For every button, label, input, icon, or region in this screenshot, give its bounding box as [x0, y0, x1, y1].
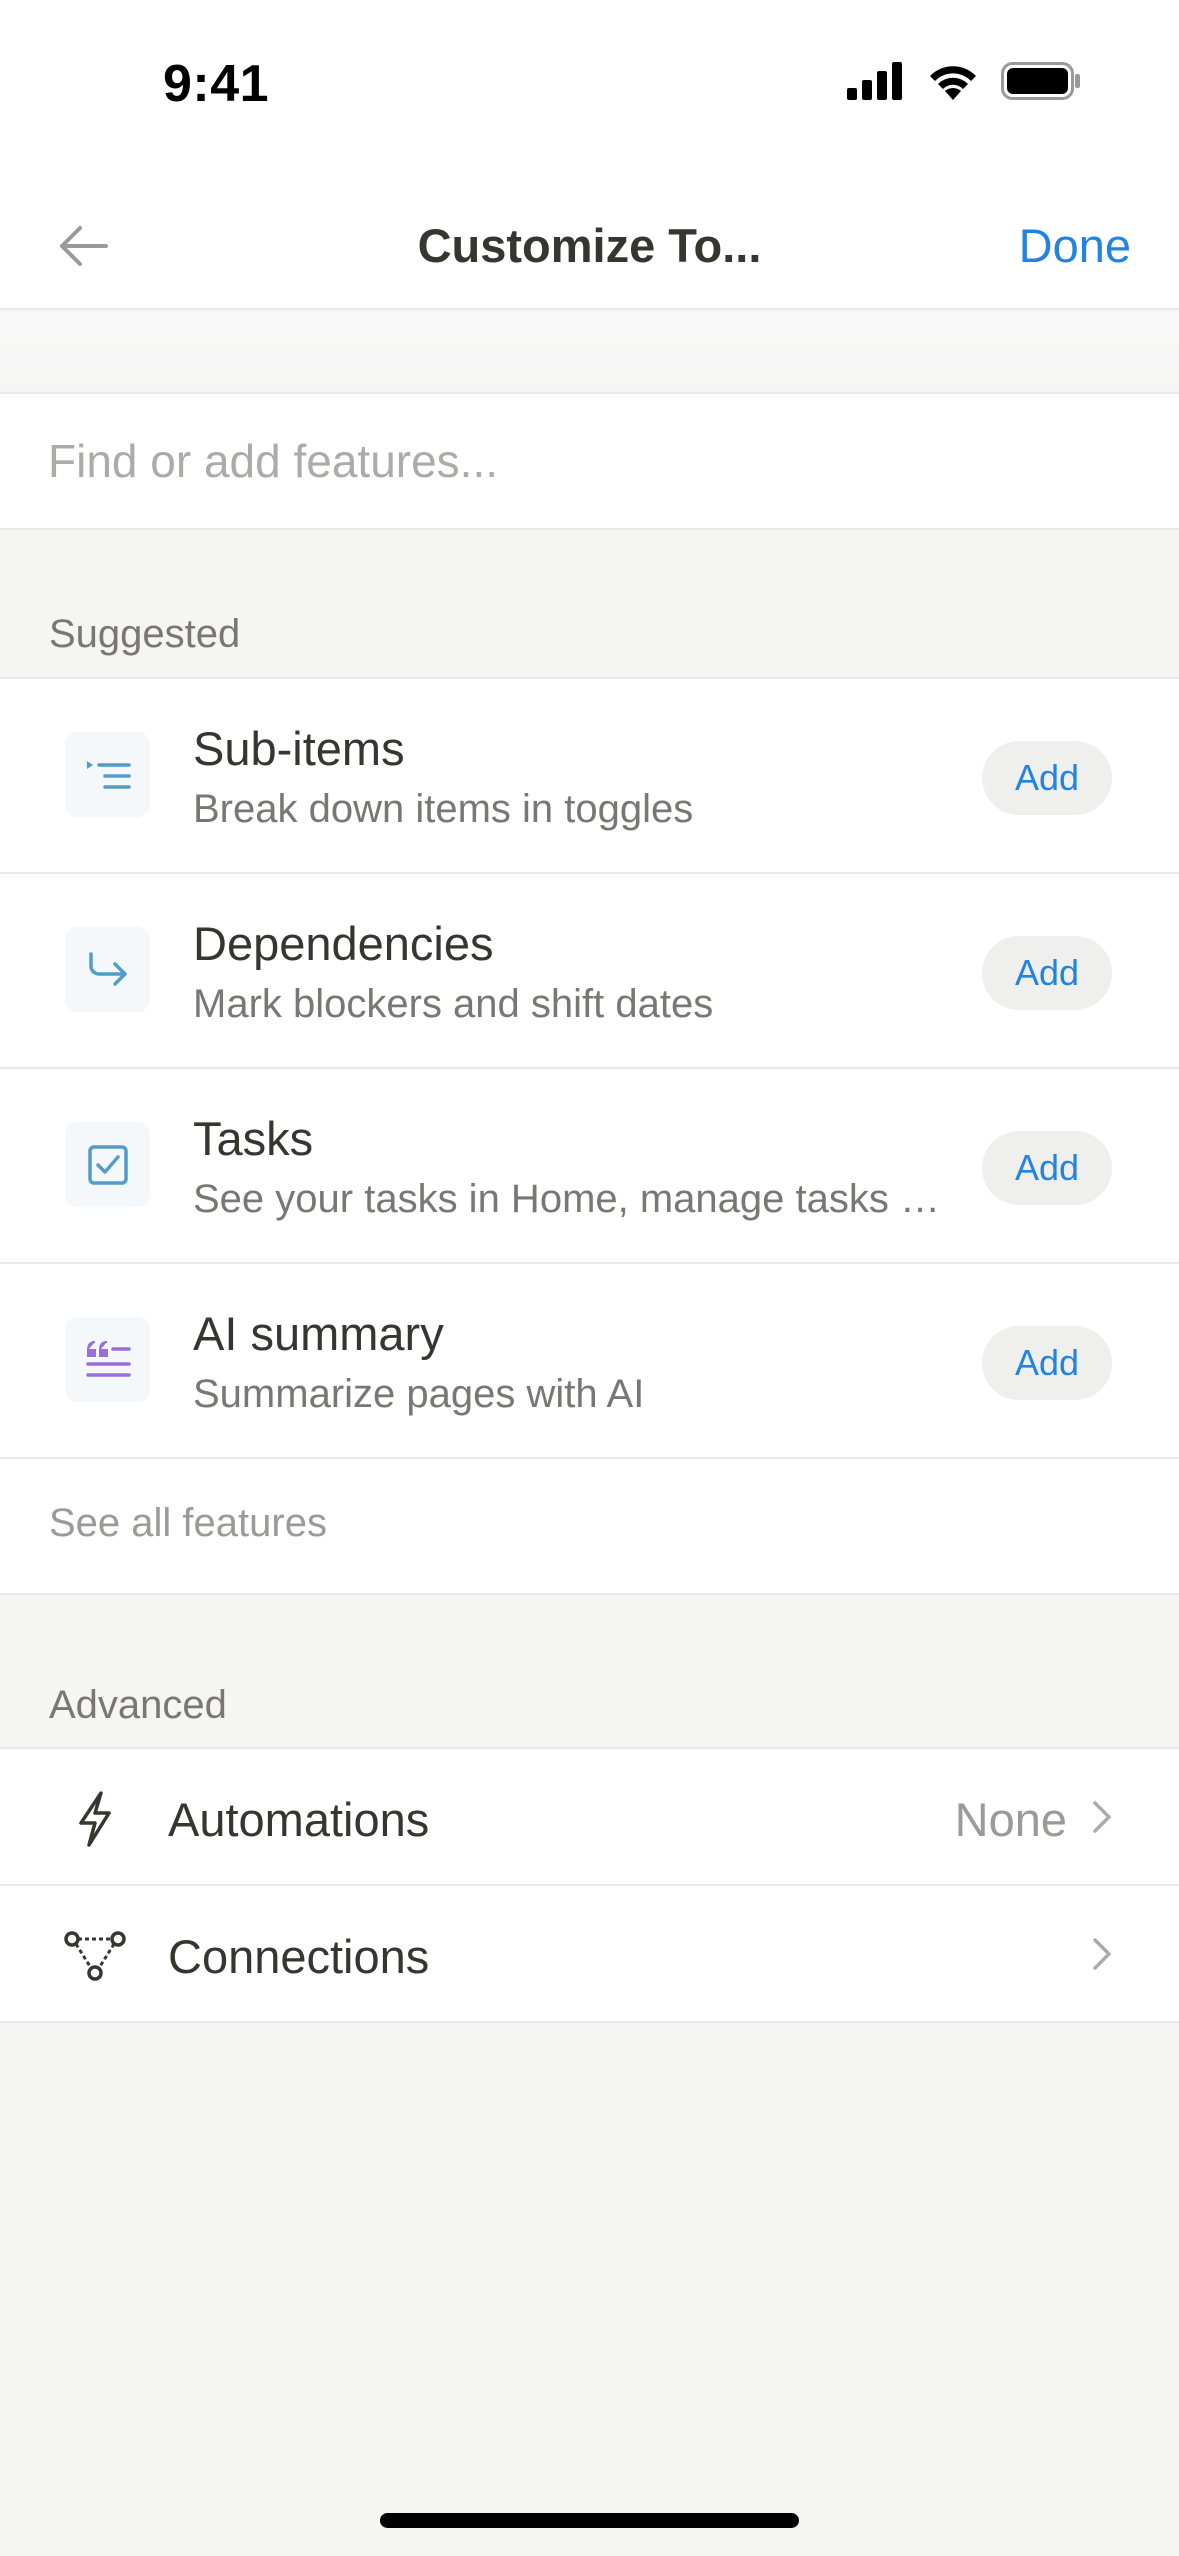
- connections-label: Connections: [168, 1930, 430, 1983]
- feature-row-tasks[interactable]: Tasks See your tasks in Home, manage tas…: [0, 1069, 1179, 1264]
- navigation-bar: Customize To... Done: [0, 180, 1179, 310]
- chevron-right-icon: [1087, 1797, 1117, 1837]
- section-label-suggested: Suggested: [49, 612, 241, 656]
- checkbox-icon: [65, 1122, 150, 1207]
- page-title: Customize To...: [417, 219, 762, 272]
- cellular-signal-icon: [847, 62, 905, 105]
- home-indicator[interactable]: [380, 2513, 799, 2528]
- feature-row-dependencies[interactable]: Dependencies Mark blockers and shift dat…: [0, 874, 1179, 1069]
- see-all-label: See all features: [49, 1501, 327, 1545]
- suggested-list: Sub-items Break down items in toggles Ad…: [0, 677, 1179, 1595]
- chevron-right-icon: [1087, 1934, 1117, 1974]
- status-icons: [847, 62, 1081, 105]
- see-all-features-link[interactable]: See all features: [0, 1459, 1179, 1595]
- automations-label: Automations: [168, 1793, 430, 1846]
- feature-description: See your tasks in Home, manage tasks wit…: [193, 1177, 953, 1221]
- advanced-list: Automations None Connections: [0, 1747, 1179, 2023]
- sub-items-icon: [65, 732, 150, 817]
- lightning-icon: [60, 1789, 130, 1849]
- spacer: [0, 312, 1179, 392]
- search-input[interactable]: [48, 394, 1131, 528]
- add-tasks-button[interactable]: Add: [982, 1131, 1112, 1205]
- feature-description: Summarize pages with AI: [193, 1372, 645, 1416]
- dependencies-icon: [65, 927, 150, 1012]
- battery-icon: [1001, 62, 1081, 105]
- feature-title: Dependencies: [193, 917, 494, 970]
- status-bar: 9:41: [0, 0, 1179, 180]
- add-sub-items-button[interactable]: Add: [982, 741, 1112, 815]
- automations-row[interactable]: Automations None: [0, 1749, 1179, 1886]
- feature-description: Mark blockers and shift dates: [193, 982, 714, 1026]
- feature-title: AI summary: [193, 1307, 444, 1360]
- connections-row[interactable]: Connections: [0, 1886, 1179, 2023]
- wifi-icon: [927, 62, 979, 105]
- feature-description: Break down items in toggles: [193, 787, 694, 831]
- section-label-advanced: Advanced: [49, 1683, 227, 1727]
- feature-row-ai-summary[interactable]: AI summary Summarize pages with AI Add: [0, 1264, 1179, 1459]
- add-dependencies-button[interactable]: Add: [982, 936, 1112, 1010]
- ai-summary-icon: [65, 1317, 150, 1402]
- feature-title: Tasks: [193, 1112, 314, 1165]
- search-bar: [0, 392, 1179, 530]
- connections-icon: [60, 1926, 130, 1986]
- feature-title: Sub-items: [193, 722, 405, 775]
- automations-value: None: [954, 1793, 1067, 1846]
- feature-row-sub-items[interactable]: Sub-items Break down items in toggles Ad…: [0, 679, 1179, 874]
- add-ai-summary-button[interactable]: Add: [982, 1326, 1112, 1400]
- done-button[interactable]: Done: [1019, 218, 1131, 273]
- status-time: 9:41: [163, 55, 270, 113]
